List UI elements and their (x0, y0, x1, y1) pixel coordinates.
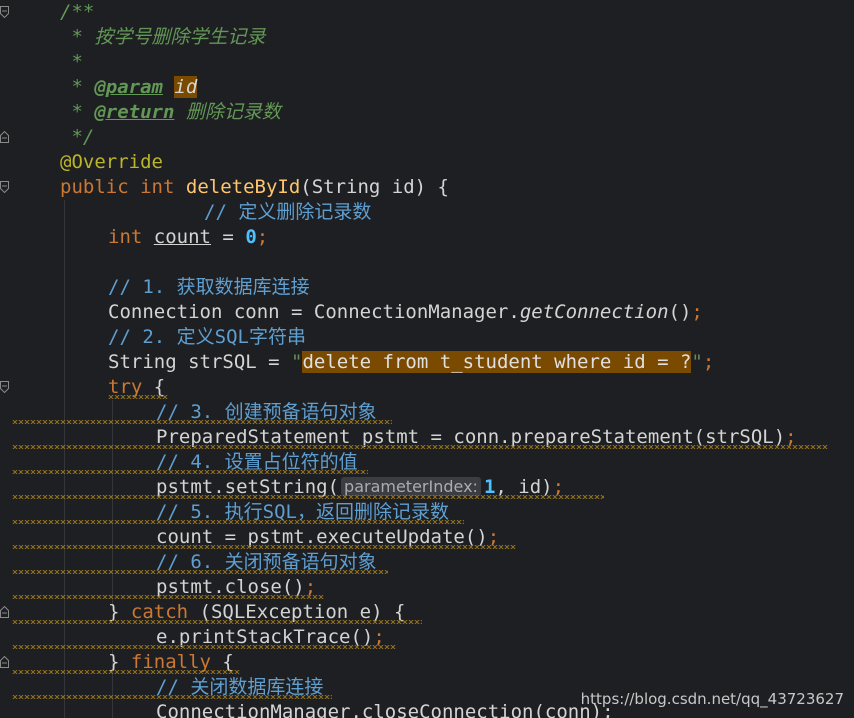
warning-underline (12, 545, 516, 549)
fold-marker-icon[interactable] (0, 606, 9, 618)
code-line[interactable]: ConnectionManager.closeConnection(conn); (156, 700, 614, 718)
code-line[interactable]: // 1. 获取数据库连接 (108, 275, 310, 300)
code-line[interactable]: public int deleteById(String id) { (60, 175, 449, 200)
fold-marker-icon[interactable] (0, 656, 9, 668)
warning-underline (12, 445, 828, 449)
code-line[interactable]: * @return 删除记录数 (60, 100, 280, 125)
fold-marker-icon[interactable] (0, 6, 9, 18)
code-line[interactable]: * (60, 50, 82, 75)
code-line[interactable]: // 2. 定义SQL字符串 (108, 325, 306, 350)
warning-underline (12, 570, 388, 574)
code-line[interactable]: /** (60, 0, 94, 25)
fold-marker-icon[interactable] (0, 131, 9, 143)
warning-underline (12, 420, 392, 424)
code-line[interactable]: String strSQL = "delete from t_student w… (108, 350, 714, 375)
warning-underline (12, 620, 422, 624)
code-line[interactable]: Connection conn = ConnectionManager.getC… (108, 300, 703, 325)
code-line[interactable]: // 定义删除记录数 (204, 200, 371, 225)
code-editor[interactable]: /** * 按学号删除学生记录 * * @param id * @return … (0, 0, 854, 718)
parameter-hint: parameterIndex: (341, 477, 481, 496)
warning-underline (12, 470, 368, 474)
warning-underline (108, 395, 168, 399)
code-line[interactable]: int count = 0; (108, 225, 268, 250)
editor-gutter (0, 0, 12, 718)
indent-guide (64, 200, 65, 718)
warning-underline (12, 595, 324, 599)
warning-underline (12, 695, 332, 699)
fold-marker-icon[interactable] (0, 181, 9, 193)
warning-underline (12, 520, 464, 524)
code-line[interactable]: * 按学号删除学生记录 (60, 25, 265, 50)
indent-guide (112, 400, 113, 610)
code-line[interactable]: */ (60, 125, 94, 150)
warning-underline (12, 670, 240, 674)
fold-marker-icon[interactable] (0, 381, 9, 393)
watermark: https://blog.csdn.net/qq_43723627 (580, 690, 844, 708)
code-line[interactable]: * @param id (60, 75, 198, 100)
warning-underline (12, 495, 604, 499)
code-line[interactable]: @Override (60, 150, 163, 175)
warning-underline (12, 645, 396, 649)
